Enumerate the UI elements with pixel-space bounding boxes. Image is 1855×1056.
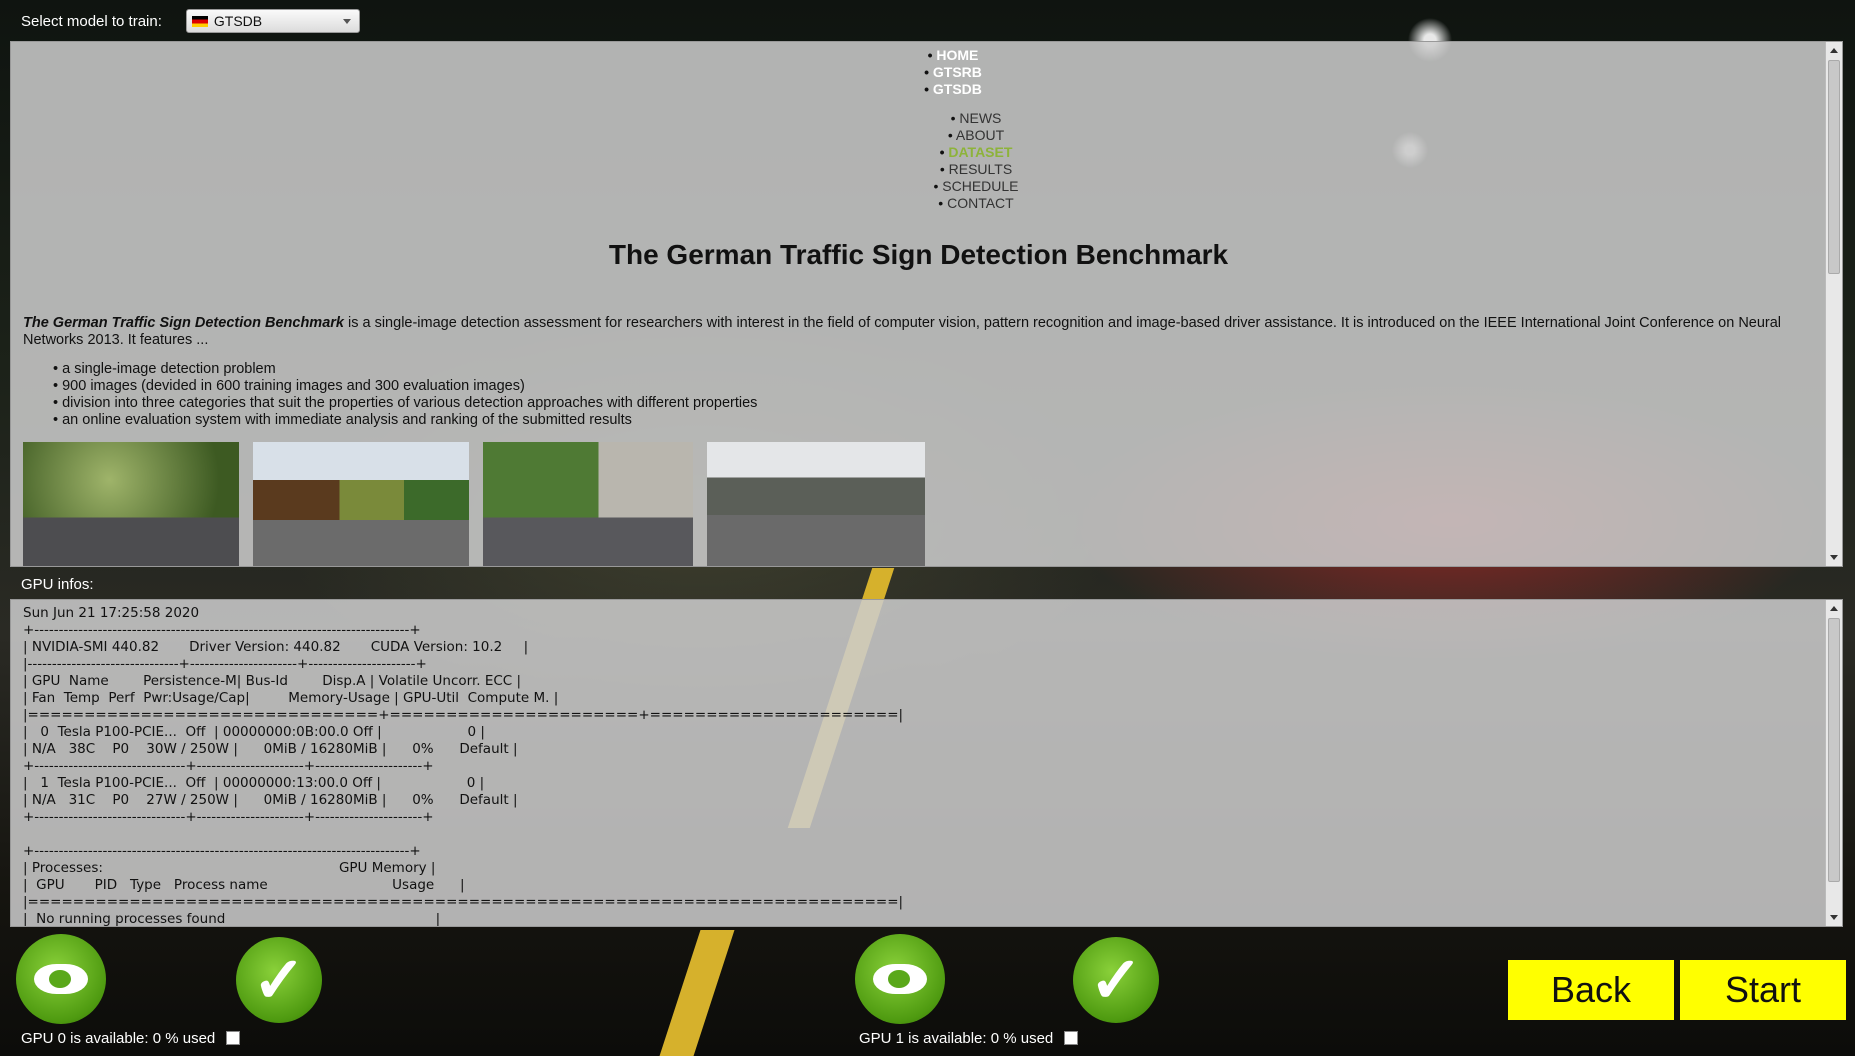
smi-line: |===============================+=======… [23, 707, 904, 723]
nav-item-results[interactable]: RESULTS [916, 161, 1036, 178]
gpu0-checkbox[interactable] [226, 1031, 240, 1045]
gpu-infos-label: GPU infos: [21, 576, 94, 593]
nav-item-contact[interactable]: CONTACT [916, 195, 1036, 212]
gpu0-status: GPU 0 is available: 0 % used [21, 1030, 216, 1047]
nav-item-schedule[interactable]: SCHEDULE [916, 178, 1036, 195]
model-select-label: Select model to train: [21, 12, 162, 30]
smi-line: |=======================================… [23, 894, 904, 910]
back-button[interactable]: Back [1508, 960, 1674, 1020]
feature-list: a single-image detection problem 900 ima… [53, 361, 757, 429]
smi-line: | N/A 38C P0 30W / 250W | 0MiB / 16280Mi… [23, 741, 518, 757]
scroll-up-icon[interactable] [1830, 48, 1838, 53]
gpu-panel-scrollbar[interactable] [1825, 600, 1842, 926]
nav-item-news[interactable]: NEWS [916, 110, 1036, 127]
smi-line: | Processes: GPU Memory | [23, 860, 436, 876]
smi-line: +---------------------------------------… [23, 622, 421, 638]
scroll-down-icon[interactable] [1830, 915, 1838, 920]
nav-item-about[interactable]: ABOUT [916, 127, 1036, 144]
nav-item-home[interactable]: HOME [893, 47, 1013, 64]
scrollbar-thumb[interactable] [1828, 618, 1840, 882]
smi-line [23, 826, 903, 843]
feature-item: an online evaluation system with immedia… [53, 412, 757, 429]
nvidia-smi-output: Sun Jun 21 17:25:58 2020 +--------------… [23, 605, 904, 927]
smi-line: Sun Jun 21 17:25:58 2020 [23, 605, 200, 621]
smi-line: | Fan Temp Perf Pwr:Usage/Cap| Memory-Us… [23, 690, 559, 706]
gpu-info-panel[interactable]: Sun Jun 21 17:25:58 2020 +--------------… [10, 599, 1843, 927]
intro-emphasis: The German Traffic Sign Detection Benchm… [23, 315, 344, 331]
smi-line: | N/A 31C P0 27W / 250W | 0MiB / 16280Mi… [23, 792, 518, 808]
dataset-sample-image [707, 442, 925, 566]
smi-line: +---------------------------------------… [23, 843, 421, 859]
nav-item-dataset[interactable]: DATASET [916, 144, 1036, 161]
smi-line: | GPU PID Type Process name Usage | [23, 877, 465, 893]
feature-item: division into three categories that suit… [53, 395, 757, 412]
scroll-down-icon[interactable] [1830, 555, 1838, 560]
page-title: The German Traffic Sign Detection Benchm… [608, 239, 1229, 270]
chevron-down-icon [342, 19, 351, 24]
road-stripe [659, 930, 735, 1056]
feature-item: 900 images (devided in 600 training imag… [53, 378, 757, 395]
dataset-sample-image [23, 442, 239, 566]
dataset-webview[interactable]: HOME GTSRB GTSDB NEWS ABOUT DATASET RESU… [10, 41, 1843, 567]
start-button[interactable]: Start [1680, 960, 1846, 1020]
feature-item: a single-image detection problem [53, 361, 757, 378]
smi-line: +-------------------------------+-------… [23, 758, 434, 774]
smi-line: |-------------------------------+-------… [23, 656, 427, 672]
gpu1-checkbox[interactable] [1064, 1031, 1078, 1045]
intro-paragraph: The German Traffic Sign Detection Benchm… [23, 315, 1810, 349]
model-select-row: Select model to train: GTSDB [21, 8, 360, 34]
smi-line: | No running processes found | [23, 911, 441, 927]
nvidia-eye-icon [873, 964, 927, 994]
scroll-up-icon[interactable] [1830, 606, 1838, 611]
smi-line: | 0 Tesla P100-PCIE... Off | 00000000:0B… [23, 724, 485, 740]
nav-item-gtsdb[interactable]: GTSDB [893, 81, 1013, 98]
webview-scrollbar[interactable] [1825, 42, 1842, 566]
model-select[interactable]: GTSDB [185, 9, 360, 33]
nvidia-logo-icon [855, 934, 945, 1024]
smi-line: | 1 Tesla P100-PCIE... Off | 00000000:13… [23, 775, 485, 791]
model-select-value: GTSDB [213, 13, 263, 29]
nvidia-logo-icon [16, 934, 106, 1024]
dataset-sample-image [253, 442, 469, 566]
smi-line: | GPU Name Persistence-M| Bus-Id Disp.A … [23, 673, 522, 689]
nav-item-gtsrb[interactable]: GTSRB [893, 64, 1013, 81]
german-flag-icon [191, 15, 208, 27]
smi-line: | NVIDIA-SMI 440.82 Driver Version: 440.… [23, 639, 529, 655]
checkmark-icon: ✓ [1073, 937, 1159, 1023]
smi-line: +-------------------------------+-------… [23, 809, 434, 825]
dataset-sample-image [483, 442, 693, 566]
secondary-nav: NEWS ABOUT DATASET RESULTS SCHEDULE CONT… [916, 110, 1036, 212]
primary-nav: HOME GTSRB GTSDB [893, 47, 1013, 98]
webview-content: HOME GTSRB GTSDB NEWS ABOUT DATASET RESU… [11, 42, 1826, 566]
scrollbar-thumb[interactable] [1828, 60, 1840, 274]
nvidia-eye-icon [34, 964, 88, 994]
gpu1-status: GPU 1 is available: 0 % used [859, 1030, 1054, 1047]
checkmark-icon: ✓ [236, 937, 322, 1023]
